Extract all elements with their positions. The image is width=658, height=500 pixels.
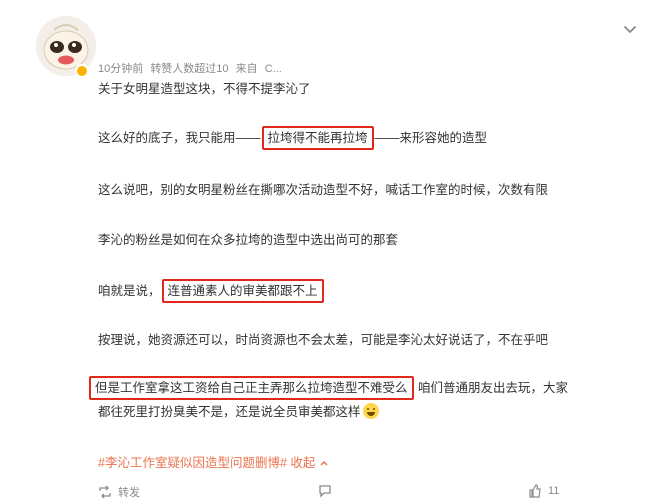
content-line: 这么好的底子，我只能用—— 拉垮得不能再拉垮 ——来形容她的造型: [98, 126, 487, 150]
weibo-post: 10分钟前 转赞人数超过10 来自 C... 关于女明星造型这块，不得不提李沁了…: [0, 0, 658, 500]
content-text: ——来形容她的造型: [374, 131, 488, 145]
comment-icon: [319, 485, 331, 498]
repost-button[interactable]: 转发: [98, 484, 140, 500]
content-line: 但是工作室拿这工资给自己正主弄那么拉垮造型不难受么 咱们普通朋友出去玩，大家: [88, 376, 568, 400]
action-bar: 转发 11: [0, 484, 658, 500]
content-line: 按理说，她资源还可以，时尚资源也不会太差，可能是李沁太好说话了，不在乎吧: [98, 333, 549, 347]
content-line: 李沁的粉丝是如何在众多拉垮的造型中选出尚可的那套: [98, 233, 399, 247]
content-line: 这么说吧，别的女明星粉丝在撕哪次活动造型不好，喊话工作室的时候，次数有限: [98, 183, 549, 197]
repost-label: 转发: [118, 487, 140, 499]
content-line: 关于女明星造型这块，不得不提李沁了: [98, 82, 311, 96]
source-name[interactable]: C...: [265, 63, 282, 75]
verified-badge-icon: [75, 64, 89, 78]
grin-emoji-icon: [362, 403, 379, 419]
content-text: 这么好的底子，我只能用——: [98, 131, 261, 145]
chevron-up-icon: [320, 460, 328, 466]
chevron-down-icon[interactable]: [620, 20, 640, 40]
content-text: 都往死里打扮臭美不是，还是说全员审美都这样: [98, 405, 361, 419]
content-text: 咱们普通朋友出去玩，大家: [418, 381, 569, 395]
content-text: 咱就是说，: [98, 284, 161, 298]
hashtag-row: #李沁工作室疑似因造型问题删博# 收起: [98, 452, 329, 471]
post-meta: 10分钟前 转赞人数超过10 来自 C...: [98, 60, 286, 76]
collapse-label: 收起: [290, 456, 316, 470]
content-line: 咱就是说， 连普通素人的审美都跟不上: [98, 279, 325, 303]
highlight-box: 连普通素人的审美都跟不上: [161, 279, 324, 303]
highlight-box: 拉垮得不能再拉垮: [261, 126, 374, 150]
like-icon: [529, 484, 541, 498]
collapse-button[interactable]: 收起: [290, 456, 329, 470]
like-button[interactable]: 11: [528, 484, 559, 498]
like-count: 11: [548, 485, 560, 497]
source-label: 来自: [235, 63, 258, 75]
content-line: 都往死里打扮臭美不是，还是说全员审美都这样: [98, 403, 379, 421]
comment-button[interactable]: [318, 484, 338, 498]
hashtag-link[interactable]: #李沁工作室疑似因造型问题删博#: [98, 456, 287, 470]
post-time[interactable]: 10分钟前: [98, 63, 143, 75]
highlight-box: 但是工作室拿这工资给自己正主弄那么拉垮造型不难受么: [89, 376, 414, 400]
repost-note: 转赞人数超过10: [150, 63, 229, 75]
repost-icon: [99, 485, 111, 499]
